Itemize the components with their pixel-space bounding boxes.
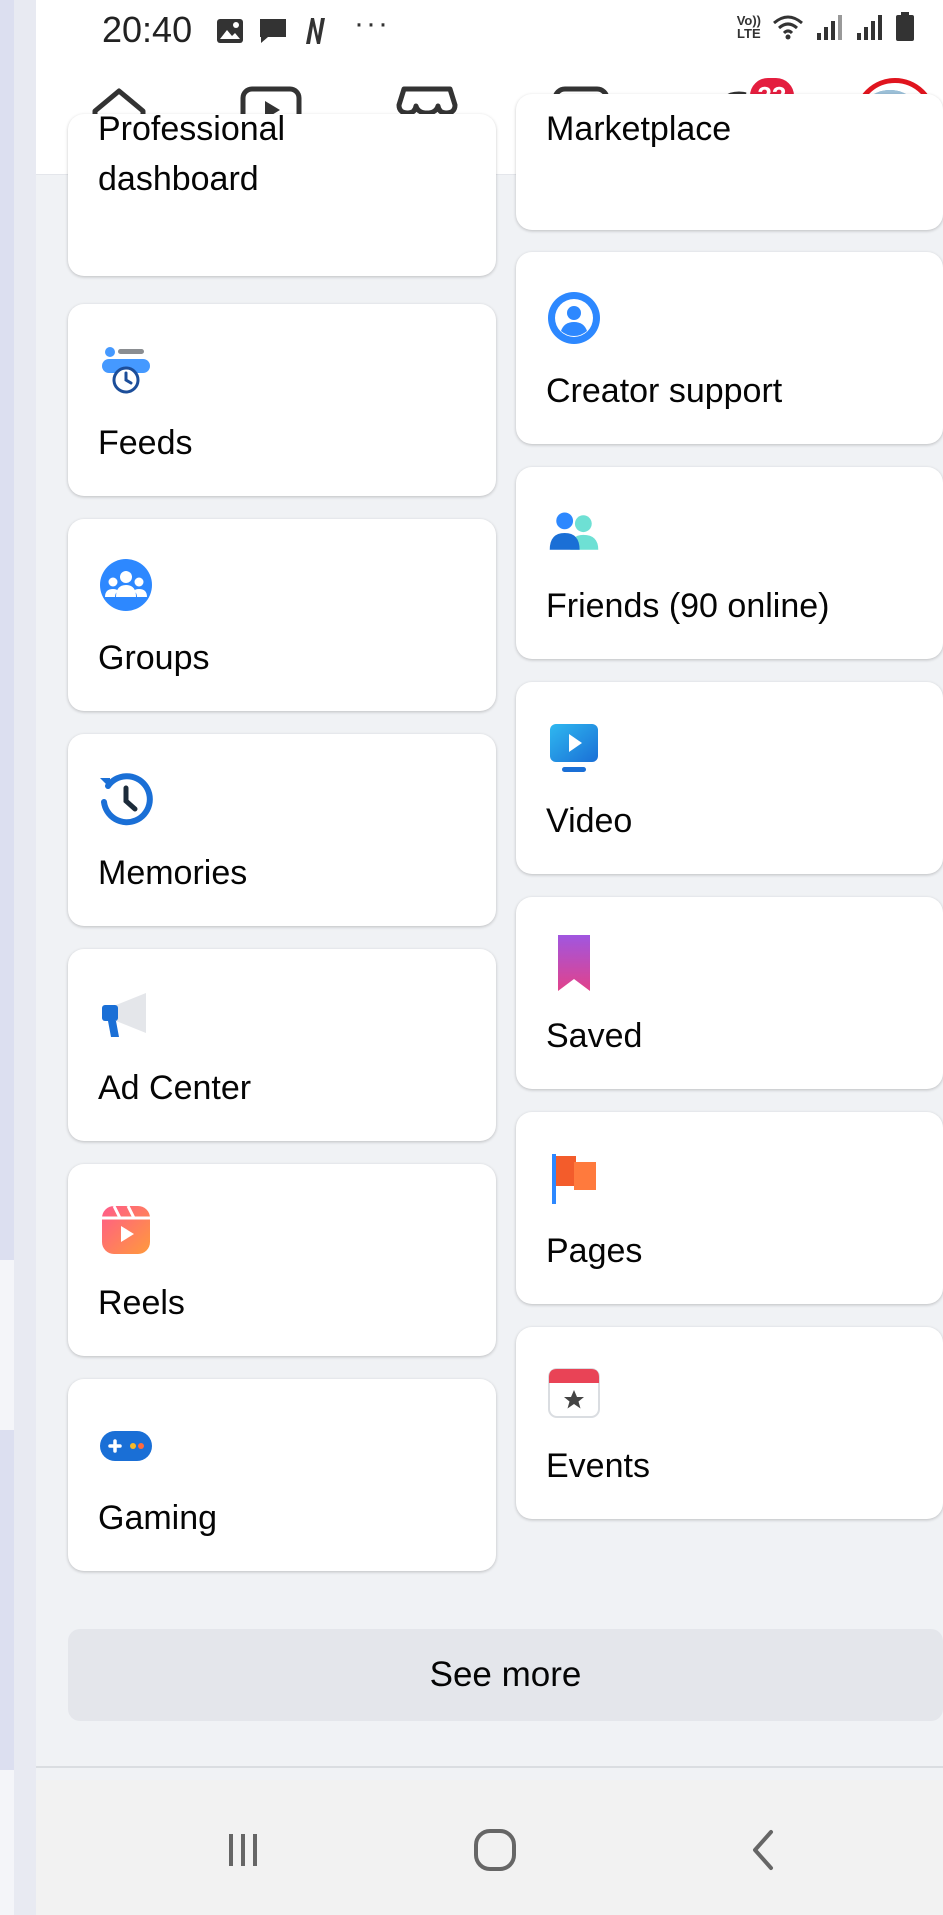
card-friends[interactable]: Friends (90 online) <box>516 467 943 659</box>
recent-apps-icon <box>229 1834 257 1866</box>
card-creator-support[interactable]: Creator support <box>516 252 943 444</box>
card-label: Marketplace <box>546 110 732 148</box>
flag-icon <box>546 1150 602 1206</box>
menu-shortcuts-grid: Professional dashboard Feeds Groups Memo… <box>36 94 943 1769</box>
card-label: Saved <box>546 1017 643 1055</box>
volte-bottom-text: LTE <box>737 26 761 41</box>
recent-apps-button[interactable] <box>208 1820 278 1880</box>
card-marketplace[interactable]: Marketplace <box>516 94 943 230</box>
message-icon <box>260 19 286 43</box>
card-label: Feeds <box>98 424 193 462</box>
phone-screen: 20:40 ··· Vo)) LTE Professional dashboar… <box>36 0 943 1915</box>
card-label: Events <box>546 1447 650 1485</box>
card-reels[interactable]: Reels <box>68 1164 496 1356</box>
card-video[interactable]: Video <box>516 682 943 874</box>
megaphone-icon <box>98 987 154 1043</box>
gallery-icon <box>217 19 243 43</box>
feeds-icon <box>98 342 154 398</box>
android-navigation-bar <box>36 1780 943 1915</box>
card-label: Creator support <box>546 372 783 410</box>
home-circle-icon <box>474 1829 516 1871</box>
card-saved[interactable]: Saved <box>516 897 943 1089</box>
reels-icon <box>98 1202 154 1258</box>
volte-icon: Vo)) LTE <box>737 14 761 40</box>
card-label-line2: dashboard <box>98 160 259 198</box>
bookmark-icon <box>546 935 602 991</box>
card-label: Groups <box>98 639 210 677</box>
home-system-button[interactable] <box>460 1820 530 1880</box>
card-label: Reels <box>98 1284 185 1322</box>
card-label: Friends (90 online) <box>546 587 830 625</box>
card-ad-center[interactable]: Ad Center <box>68 949 496 1141</box>
card-feeds[interactable]: Feeds <box>68 304 496 496</box>
status-left-icons: ··· <box>216 7 390 48</box>
creator-support-icon <box>546 290 602 346</box>
card-label: Professional <box>98 110 286 148</box>
card-label: Pages <box>546 1232 643 1270</box>
battery-icon <box>896 12 914 41</box>
card-memories[interactable]: Memories <box>68 734 496 926</box>
card-label: Video <box>546 802 633 840</box>
signal-icon-1 <box>817 15 842 40</box>
card-label: Gaming <box>98 1499 218 1537</box>
card-professional-dashboard[interactable]: Professional dashboard <box>68 110 496 276</box>
status-bar: 20:40 ··· Vo)) LTE <box>36 0 943 60</box>
card-label: Ad Center <box>98 1069 252 1107</box>
signal-icon-2 <box>857 15 882 40</box>
back-chevron-icon <box>753 1830 773 1870</box>
calendar-icon <box>546 1365 602 1421</box>
video-icon <box>546 720 602 776</box>
page-edge-strip <box>0 0 14 1915</box>
card-groups[interactable]: Groups <box>68 519 496 711</box>
back-button[interactable] <box>728 1820 798 1880</box>
status-time: 20:40 <box>102 9 193 50</box>
wifi-icon <box>773 15 803 40</box>
see-more-button[interactable]: See more <box>68 1629 943 1721</box>
status-more-indicator: ··· <box>354 7 390 40</box>
memories-icon <box>98 772 154 828</box>
card-events[interactable]: Events <box>516 1327 943 1519</box>
n-app-icon <box>306 18 325 44</box>
card-label: Memories <box>98 854 248 892</box>
groups-icon <box>98 557 154 613</box>
card-gaming[interactable]: Gaming <box>68 1379 496 1571</box>
card-pages[interactable]: Pages <box>516 1112 943 1304</box>
gaming-icon <box>98 1417 154 1473</box>
section-divider <box>36 1766 943 1768</box>
friends-icon <box>546 505 602 561</box>
status-right-icons: Vo)) LTE <box>737 12 915 42</box>
